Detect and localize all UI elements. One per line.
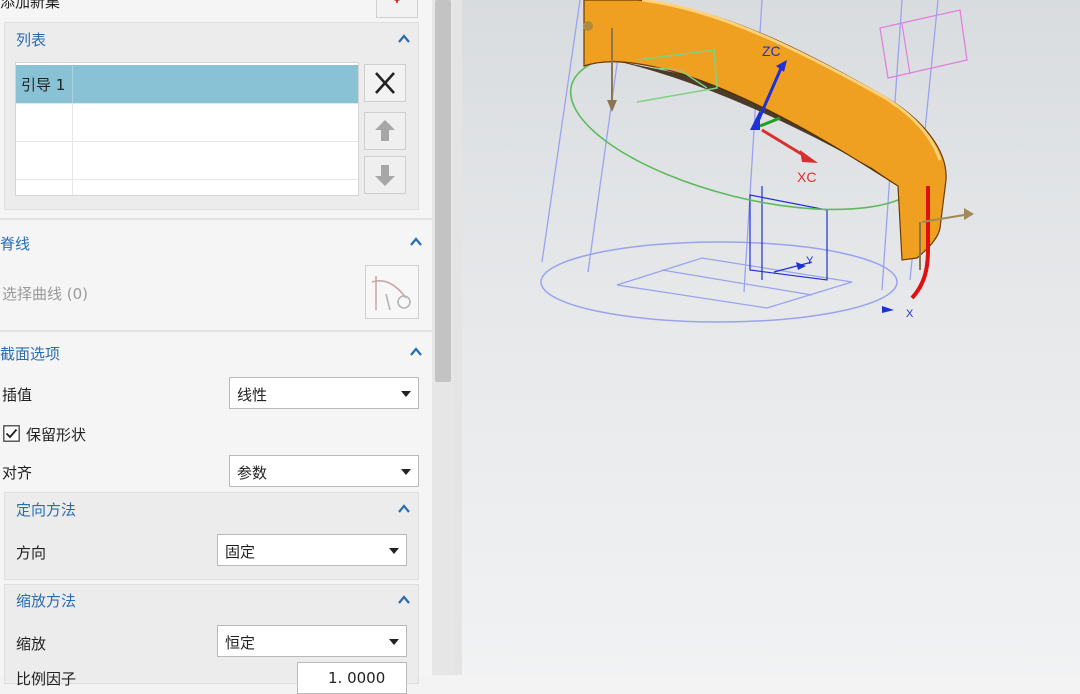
curve-select-icon [371, 276, 411, 311]
y-arrowhead [796, 262, 806, 270]
move-up-button[interactable] [364, 112, 406, 150]
dropdown-arrow-icon [389, 548, 399, 554]
table-row[interactable] [16, 179, 358, 195]
chevron-up-icon[interactable] [408, 234, 424, 250]
xc-arrowhead [800, 150, 818, 163]
x-axis-label: X [906, 308, 914, 320]
ring-body [583, 0, 947, 261]
x-arrowhead [882, 306, 894, 313]
scale-value: 恒定 [225, 634, 256, 652]
chevron-up-icon[interactable] [408, 344, 424, 360]
y-axis-label: Y [806, 255, 814, 267]
direction-label: 方向 [16, 544, 47, 562]
add-new-set-label: 添加新集 [0, 0, 61, 11]
scrollbar-thumb[interactable] [435, 0, 451, 382]
select-curve-label: 选择曲线 (0) [2, 285, 89, 303]
list-section-title: 列表 [16, 31, 47, 49]
preserve-shape-label: 保留形状 [26, 426, 87, 444]
crosshair-icon [393, 0, 401, 3]
divider [0, 330, 432, 332]
scaling-method-title: 缩放方法 [16, 592, 77, 610]
align-value: 参数 [237, 464, 268, 482]
delete-button[interactable] [364, 64, 406, 102]
xc-axis-label: XC [797, 169, 816, 185]
table-row[interactable]: 引导 1 [16, 65, 358, 104]
wire-box [879, 9, 968, 79]
align-label: 对齐 [2, 464, 33, 482]
chevron-up-icon[interactable] [396, 592, 412, 608]
panel-scrollbar[interactable] [432, 0, 454, 675]
vector-arrowhead [607, 100, 617, 112]
seed-point [583, 21, 593, 31]
wire-plane [616, 257, 853, 309]
interpolation-label: 插值 [2, 386, 33, 404]
divider [0, 218, 432, 220]
interpolation-value: 线性 [237, 386, 268, 404]
move-up-icon [375, 120, 395, 141]
guide-list-table[interactable]: 引导 1 [15, 62, 359, 196]
wire-bottom-ellipse [540, 241, 898, 323]
move-down-icon [375, 165, 395, 186]
table-row[interactable] [16, 141, 358, 180]
wire-edge [901, 23, 911, 75]
dropdown-arrow-icon [401, 469, 411, 475]
wire-edge [541, 0, 581, 263]
move-down-button[interactable] [364, 156, 406, 194]
dropdown-arrow-icon [401, 391, 411, 397]
table-row[interactable] [16, 103, 358, 142]
preserve-shape-checkbox[interactable] [3, 425, 20, 442]
chevron-up-icon[interactable] [396, 501, 412, 517]
scale-select[interactable]: 恒定 [217, 625, 407, 657]
dropdown-arrow-icon [389, 639, 399, 645]
select-curve-button[interactable] [365, 265, 419, 319]
scale-factor-value: 1. 0000 [328, 669, 386, 687]
sweep-dialog-panel: 添加新集 列表 引导 1 脊线 选择曲线 (0) 截面选项 插值 线性 保留形状… [0, 0, 432, 694]
orientation-method-title: 定向方法 [16, 501, 77, 519]
vector-arrowhead [964, 208, 974, 220]
delete-icon [375, 72, 395, 94]
interpolation-select[interactable]: 线性 [229, 377, 419, 409]
scale-factor-label: 比例因子 [16, 670, 77, 688]
splitter[interactable] [454, 0, 462, 675]
zc-axis-label: ZC [762, 43, 781, 59]
scale-label: 缩放 [16, 635, 47, 653]
direction-value: 固定 [225, 543, 256, 561]
chevron-up-icon[interactable] [396, 31, 412, 47]
align-select[interactable]: 参数 [229, 455, 419, 487]
guide-name: 引导 1 [21, 76, 66, 94]
green-axis [759, 116, 781, 128]
direction-select[interactable]: 固定 [217, 534, 407, 566]
scale-factor-input[interactable]: 1. 0000 [297, 662, 407, 694]
wire-edge [661, 269, 813, 296]
spine-section-title: 脊线 [0, 235, 31, 253]
section-options-title: 截面选项 [0, 345, 61, 363]
graphics-viewport[interactable]: ZC XC Y X [462, 0, 1080, 675]
sweep-model-scene: ZC XC Y X [540, 0, 974, 323]
add-new-set-button[interactable] [376, 0, 418, 18]
